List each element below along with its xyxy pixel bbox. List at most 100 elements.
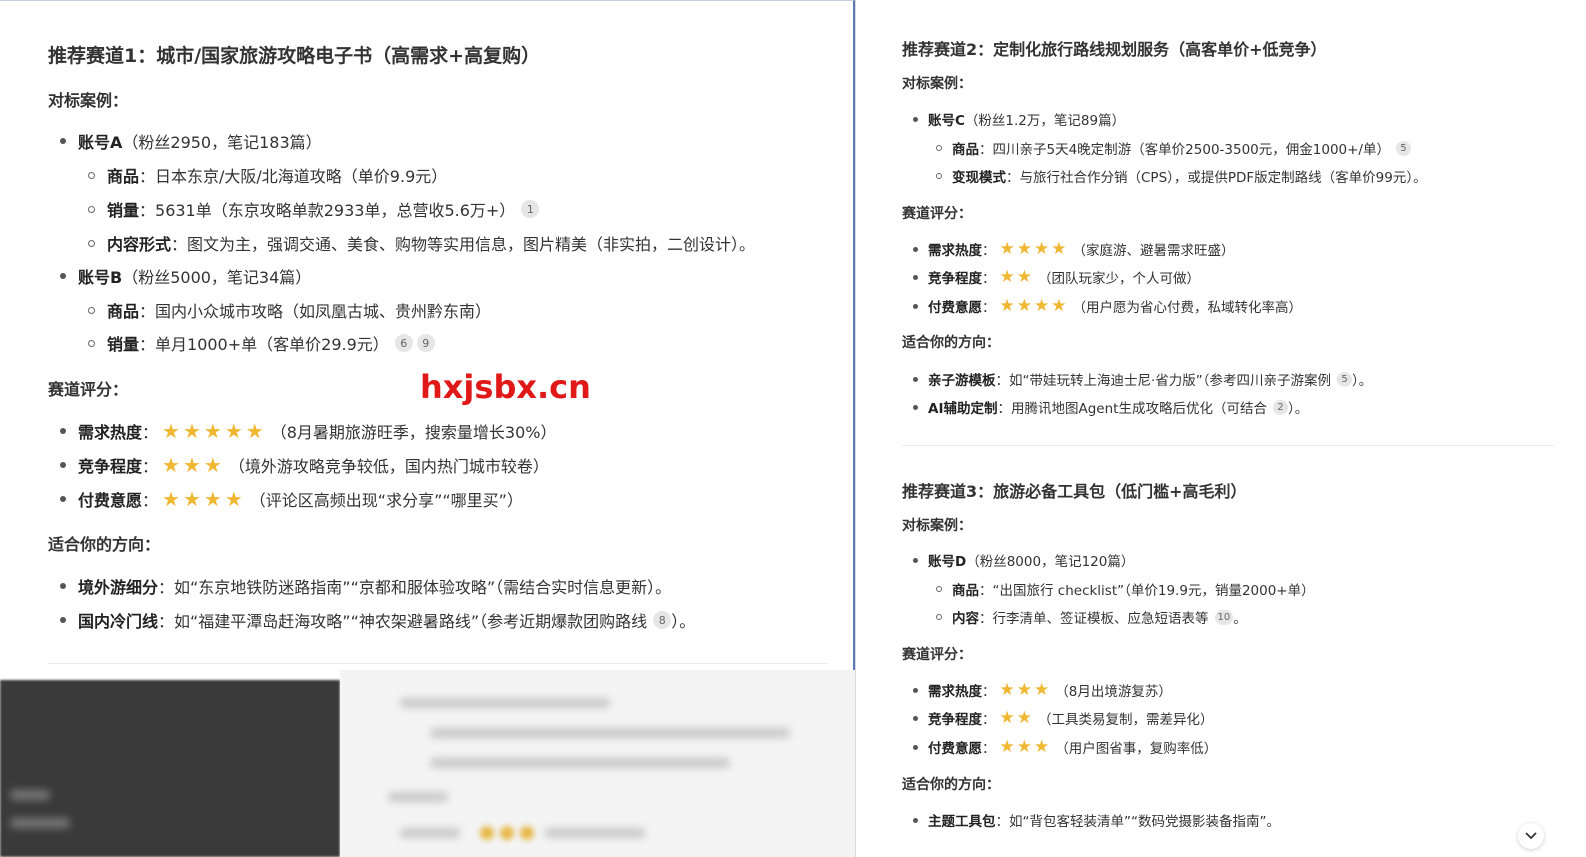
citation-badge[interactable]: 5 <box>1395 140 1411 156</box>
track2-cases-label: 对标案例： <box>902 76 972 92</box>
track3-title: 推荐赛道3：旅游必备工具包（低门槛+高毛利） <box>902 482 1247 501</box>
list-item-account-b: 账号B （粉丝5000，笔记34篇） <box>60 264 311 288</box>
hollow-bullet-icon <box>88 239 95 247</box>
hollow-bullet-icon <box>88 339 95 347</box>
star-icon: ★ <box>182 419 201 443</box>
blurred-text <box>545 828 645 838</box>
list-item-account-b-sales: 销量 ：单月1000+单（客单价29.9元） 6 9 <box>88 331 435 355</box>
score-demand: 需求热度： ★ ★ ★ （8月出境游复苏） <box>913 680 1172 700</box>
star-rating: ★ ★ ★ ★ <box>162 487 246 511</box>
direction-item-family: 亲子游模板 ：如“带娃玩转上海迪士尼·省力版”（参考四川亲子游案例 5）。 <box>913 369 1372 389</box>
track2-direction-label: 适合你的方向： <box>902 335 1000 351</box>
star-icon: ★ <box>203 453 222 477</box>
star-icon: ★ <box>1016 737 1032 757</box>
track1-cases-label: 对标案例： <box>48 91 129 110</box>
star-rating: ★ ★ ★ ★ <box>1000 239 1069 259</box>
bullet-icon <box>913 376 918 382</box>
hollow-bullet-icon <box>936 586 942 592</box>
section-divider <box>902 445 1554 446</box>
bullet-icon <box>60 138 66 144</box>
star-icon: ★ <box>1051 239 1067 259</box>
citation-badge[interactable]: 8 <box>653 611 672 629</box>
list-item-account-d-product: 商品 ：“出国旅行 checklist”（单价19.9元，销量2000+单） <box>936 579 1315 599</box>
star-rating: ★ ★ ★ <box>162 453 225 477</box>
track1-score-label: 赛道评分： <box>48 380 129 399</box>
bullet-icon <box>913 557 918 563</box>
bullet-icon <box>913 274 918 280</box>
star-icon: ★ <box>1034 296 1050 316</box>
star-icon: ★ <box>1016 680 1032 700</box>
star-icon: ★ <box>999 708 1015 728</box>
star-rating: ★ ★ ★ ★ <box>1000 296 1069 316</box>
blurred-light-region <box>340 670 855 857</box>
hollow-bullet-icon <box>88 306 95 314</box>
star-rating: ★ ★ <box>1000 708 1035 728</box>
direction-item-toolkit: 主题工具包 ：如“背包客轻装清单”“数码党摄影装备指南”。 <box>913 810 1280 830</box>
citation-badge[interactable]: 6 <box>394 334 413 352</box>
star-icon: ★ <box>1016 708 1032 728</box>
hollow-bullet-icon <box>936 614 942 620</box>
bullet-icon <box>60 273 66 279</box>
bullet-icon <box>913 817 918 823</box>
track2-score-label: 赛道评分： <box>902 206 972 222</box>
star-icon: ★ <box>1034 239 1050 259</box>
section-divider <box>48 663 828 664</box>
list-item-account-c-mode: 变现模式 ：与旅行社合作分销（CPS），或提供PDF版定制路线（客单价99元）。 <box>936 166 1427 186</box>
score-competition: 竞争程度： ★ ★ ★ （境外游攻略竞争较低，国内热门城市较卷） <box>60 453 549 477</box>
star-icon: ★ <box>203 419 222 443</box>
hollow-bullet-icon <box>936 145 942 151</box>
star-icon: ★ <box>1016 239 1032 259</box>
blurred-text <box>400 698 610 708</box>
citation-badge[interactable]: 5 <box>1337 371 1353 387</box>
star-icon: ★ <box>1016 296 1032 316</box>
star-icon: ★ <box>999 296 1015 316</box>
bullet-icon <box>913 303 918 309</box>
bullet-icon <box>60 462 66 468</box>
star-icon: ★ <box>203 487 222 511</box>
track3-direction-label: 适合你的方向： <box>902 777 1000 793</box>
bullet-icon <box>60 428 66 434</box>
blurred-text <box>400 828 460 838</box>
star-icon: ★ <box>1051 296 1067 316</box>
list-item-account-a-form: 内容形式 ：图文为主，强调交通、美食、购物等实用信息，图片精美（非实拍，二创设计）… <box>88 231 755 255</box>
star-icon: ★ <box>245 419 264 443</box>
blurred-text <box>430 758 730 768</box>
bullet-icon <box>913 744 918 750</box>
score-willingness: 付费意愿： ★ ★ ★ ★ （用户愿为省心付费，私域转化率高） <box>913 296 1302 316</box>
bullet-icon <box>913 715 918 721</box>
list-item-account-a: 账号A （粉丝2950，笔记183篇） <box>60 129 322 153</box>
bullet-icon <box>913 116 918 122</box>
blurred-dark-region <box>0 680 340 857</box>
bullet-icon <box>913 687 918 693</box>
score-competition: 竞争程度： ★ ★ （工具类易复制，需差异化） <box>913 708 1214 728</box>
chevron-down-icon[interactable] <box>1518 823 1544 849</box>
blurred-text <box>430 728 790 738</box>
score-competition: 竞争程度： ★ ★ （团队玩家少，个人可做） <box>913 267 1200 287</box>
star-icon: ★ <box>162 419 180 443</box>
star-icon: ★ <box>162 487 180 511</box>
hollow-bullet-icon <box>88 205 95 213</box>
direction-item-domestic: 国内冷门线 ：如“福建平潭岛赶海攻略”“神农架避暑路线”（参考近期爆款团购路线 8… <box>60 608 695 632</box>
star-icon: ★ <box>1016 267 1032 287</box>
citation-badge[interactable]: 1 <box>521 200 540 218</box>
track2-title: 推荐赛道2：定制化旅行路线规划服务（高客单价+低竞争） <box>902 40 1327 59</box>
score-demand: 需求热度： ★ ★ ★ ★ （家庭游、避暑需求旺盛） <box>913 239 1235 259</box>
citation-badge[interactable]: 2 <box>1272 399 1288 415</box>
citation-badge[interactable]: 10 <box>1214 609 1234 625</box>
citation-badge[interactable]: 9 <box>416 334 435 352</box>
star-icon: ★ <box>224 487 243 511</box>
blurred-text <box>388 792 448 802</box>
right-document-panel: 推荐赛道2：定制化旅行路线规划服务（高客单价+低竞争） 对标案例： 账号C （粉丝… <box>855 0 1586 857</box>
bullet-icon <box>60 496 66 502</box>
left-document-panel: 推荐赛道1：城市/国家旅游攻略电子书（高需求+高复购） 对标案例： 账号A （粉丝… <box>0 0 855 670</box>
star-rating: ★ ★ ★ <box>1000 737 1052 757</box>
blurred-star <box>500 826 514 840</box>
star-icon: ★ <box>182 487 201 511</box>
track3-score-label: 赛道评分： <box>902 647 972 663</box>
list-item-account-a-product: 商品 ：日本东京/大阪/北海道攻略（单价9.9元） <box>88 163 447 187</box>
star-rating: ★ ★ <box>1000 267 1035 287</box>
score-willingness: 付费意愿： ★ ★ ★ ★ （评论区高频出现“求分享”“哪里买”） <box>60 487 523 511</box>
track1-direction-label: 适合你的方向： <box>48 535 161 554</box>
star-icon: ★ <box>1034 680 1050 700</box>
track1-title: 推荐赛道1：城市/国家旅游攻略电子书（高需求+高复购） <box>48 45 541 67</box>
